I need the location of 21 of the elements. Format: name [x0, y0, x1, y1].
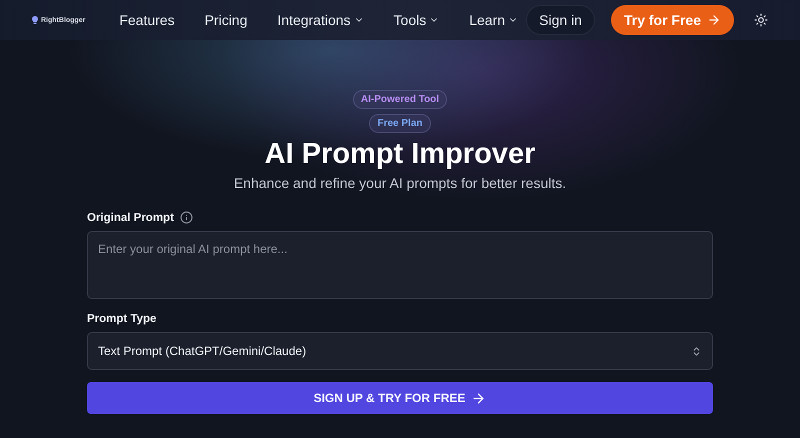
nav-link[interactable]: Learn	[469, 12, 518, 28]
nav-link[interactable]: Features	[119, 12, 175, 28]
field-label: Original Prompt	[87, 212, 174, 224]
select-chevron-icon	[691, 346, 702, 356]
field-label: Prompt Type	[87, 313, 156, 325]
submit-button[interactable]: SIGN UP & TRY FOR FREE	[87, 382, 713, 414]
arrow-right-icon	[471, 390, 486, 406]
badge: Free Plan	[369, 114, 431, 133]
logo-icon	[32, 16, 38, 24]
nav-link[interactable]: Integrations	[277, 12, 364, 28]
nav-link[interactable]: Tools	[394, 12, 440, 28]
prompt-input[interactable]: Enter your original AI prompt here...	[87, 231, 713, 299]
badge: AI-Powered Tool	[352, 90, 448, 109]
page-title: AI Prompt Improver	[264, 138, 536, 171]
theme-toggle-icon[interactable]	[754, 13, 768, 27]
sign-in-button[interactable]: Sign in	[526, 5, 595, 35]
info-icon[interactable]	[180, 211, 193, 224]
prompt-type-select[interactable]: Text Prompt (ChatGPT/Gemini/Claude)	[87, 332, 713, 370]
nav-link[interactable]: Pricing	[204, 12, 248, 28]
page-subtitle: Enhance and refine your AI prompts for better results.	[234, 175, 566, 191]
arrow-right-icon	[707, 13, 721, 27]
